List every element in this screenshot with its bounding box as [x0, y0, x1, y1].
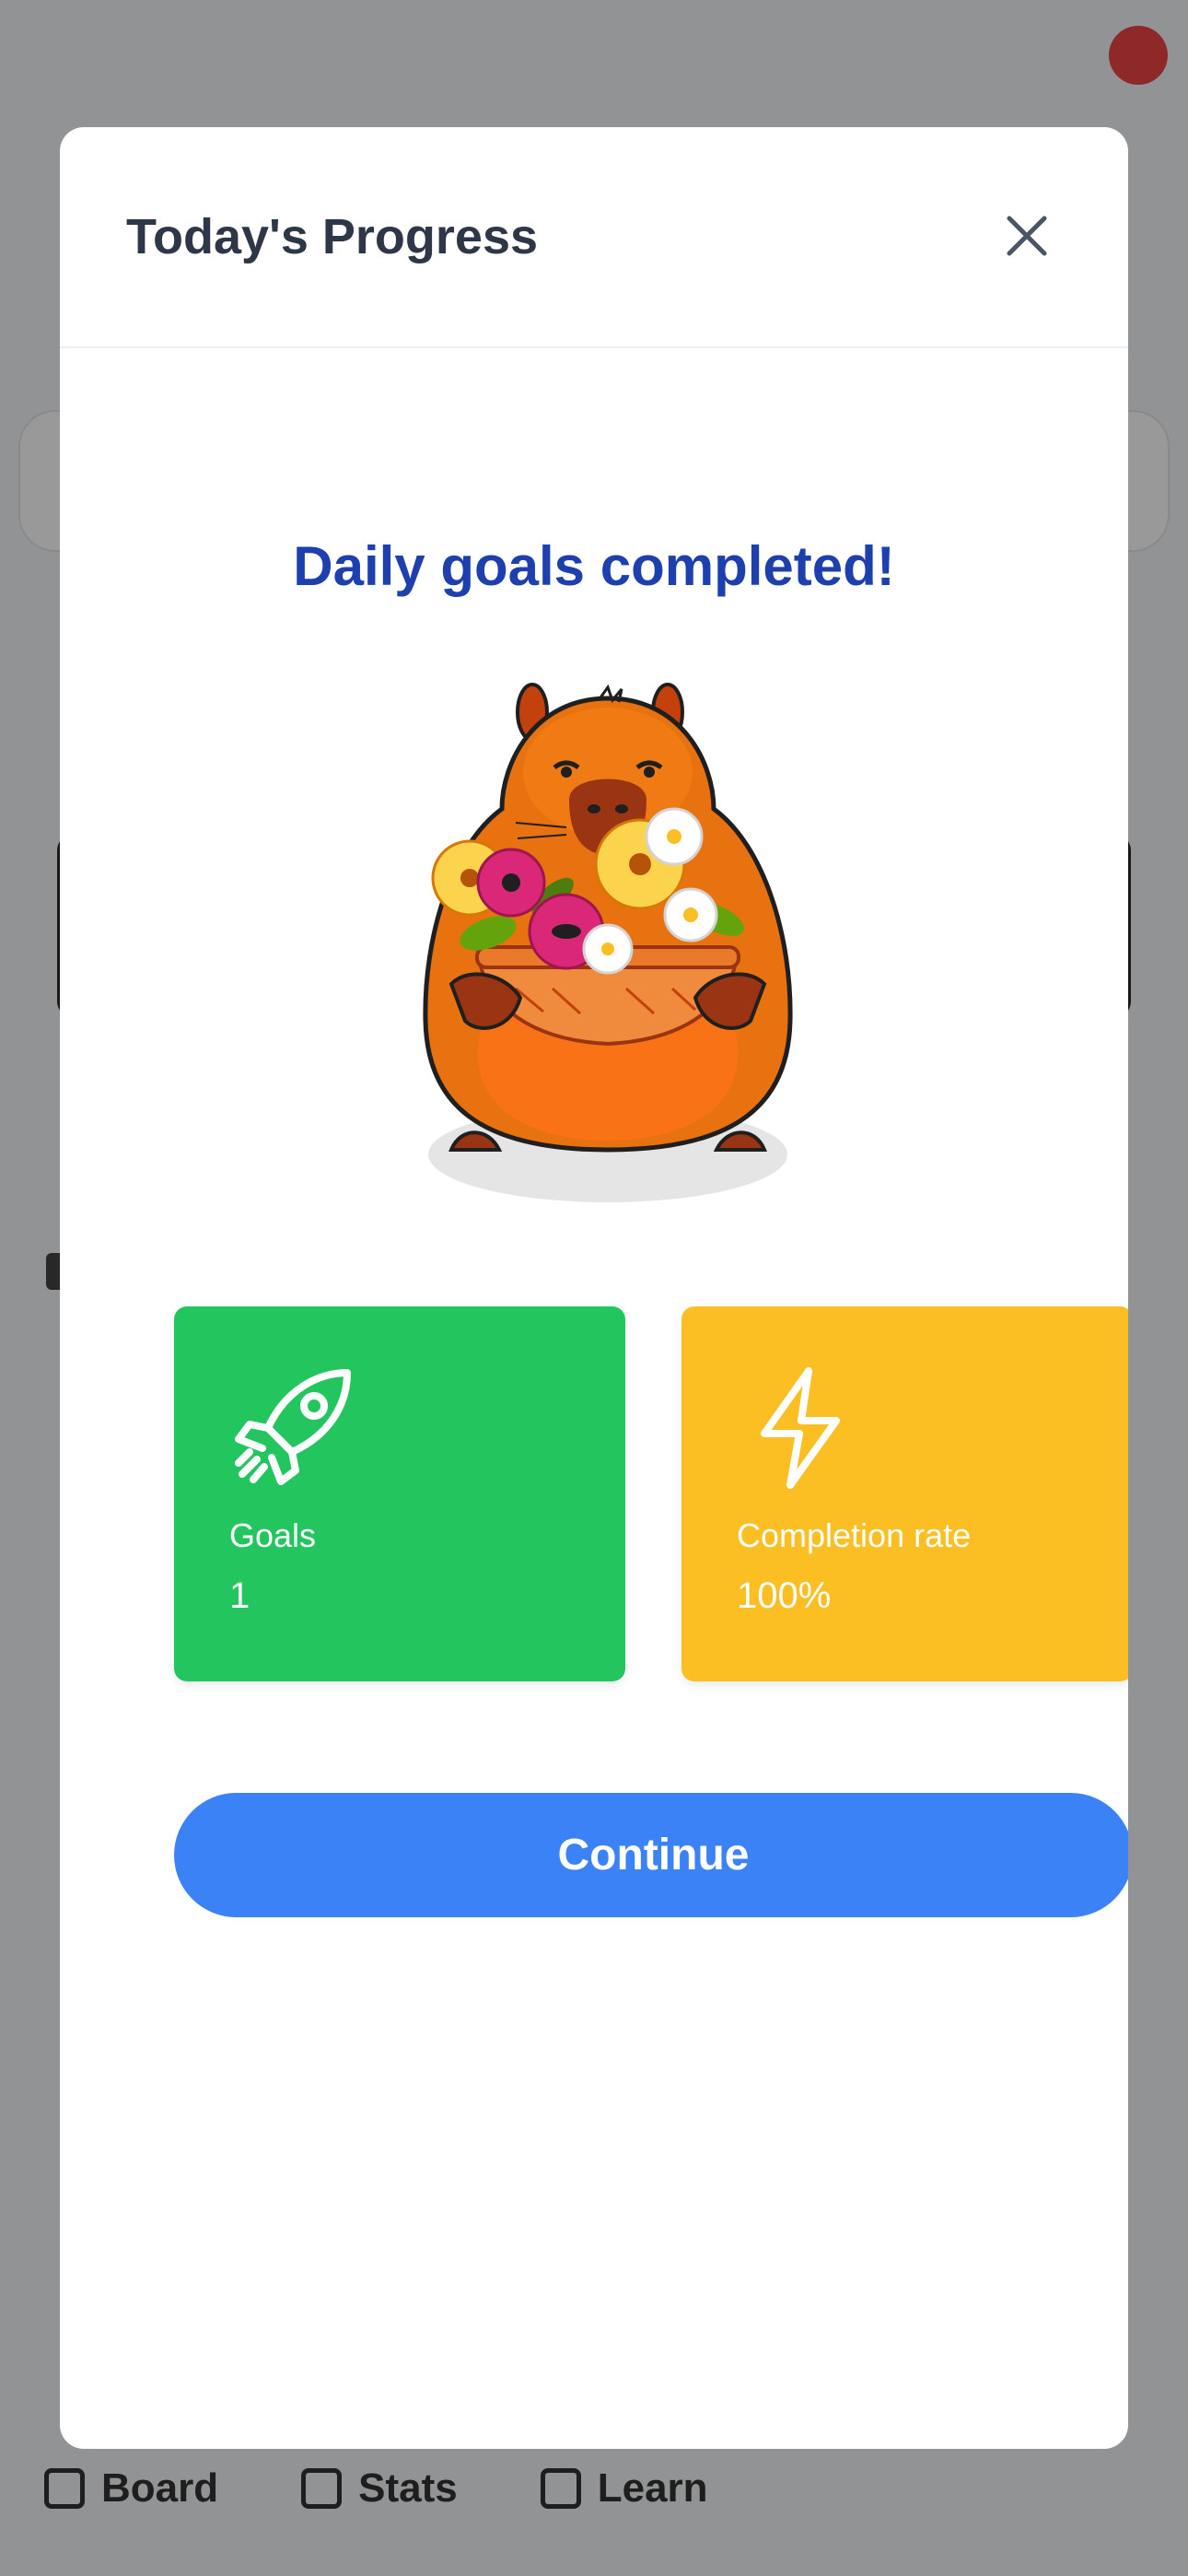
completion-rate-value: 100% — [737, 1575, 832, 1616]
completion-headline: Daily goals completed! — [293, 535, 895, 597]
goals-label: Goals — [229, 1516, 317, 1554]
completion-rate-stat-card: Completion rate 100% — [681, 1306, 1128, 1681]
goals-stat-card: Goals 1 — [174, 1306, 625, 1681]
continue-button[interactable]: Continue — [174, 1793, 1128, 1917]
modal-title: Today's Progress — [126, 209, 539, 264]
close-button[interactable] — [999, 208, 1054, 263]
lightning-icon — [761, 1367, 840, 1489]
close-icon — [1007, 216, 1047, 256]
modal-header: Today's Progress — [60, 127, 1128, 348]
capybara-illustration — [423, 683, 793, 1202]
rocket-icon — [235, 1369, 351, 1485]
goals-value: 1 — [229, 1575, 250, 1616]
progress-modal: Today's Progress Daily goals completed! — [60, 127, 1128, 2449]
completion-rate-label: Completion rate — [737, 1516, 972, 1554]
